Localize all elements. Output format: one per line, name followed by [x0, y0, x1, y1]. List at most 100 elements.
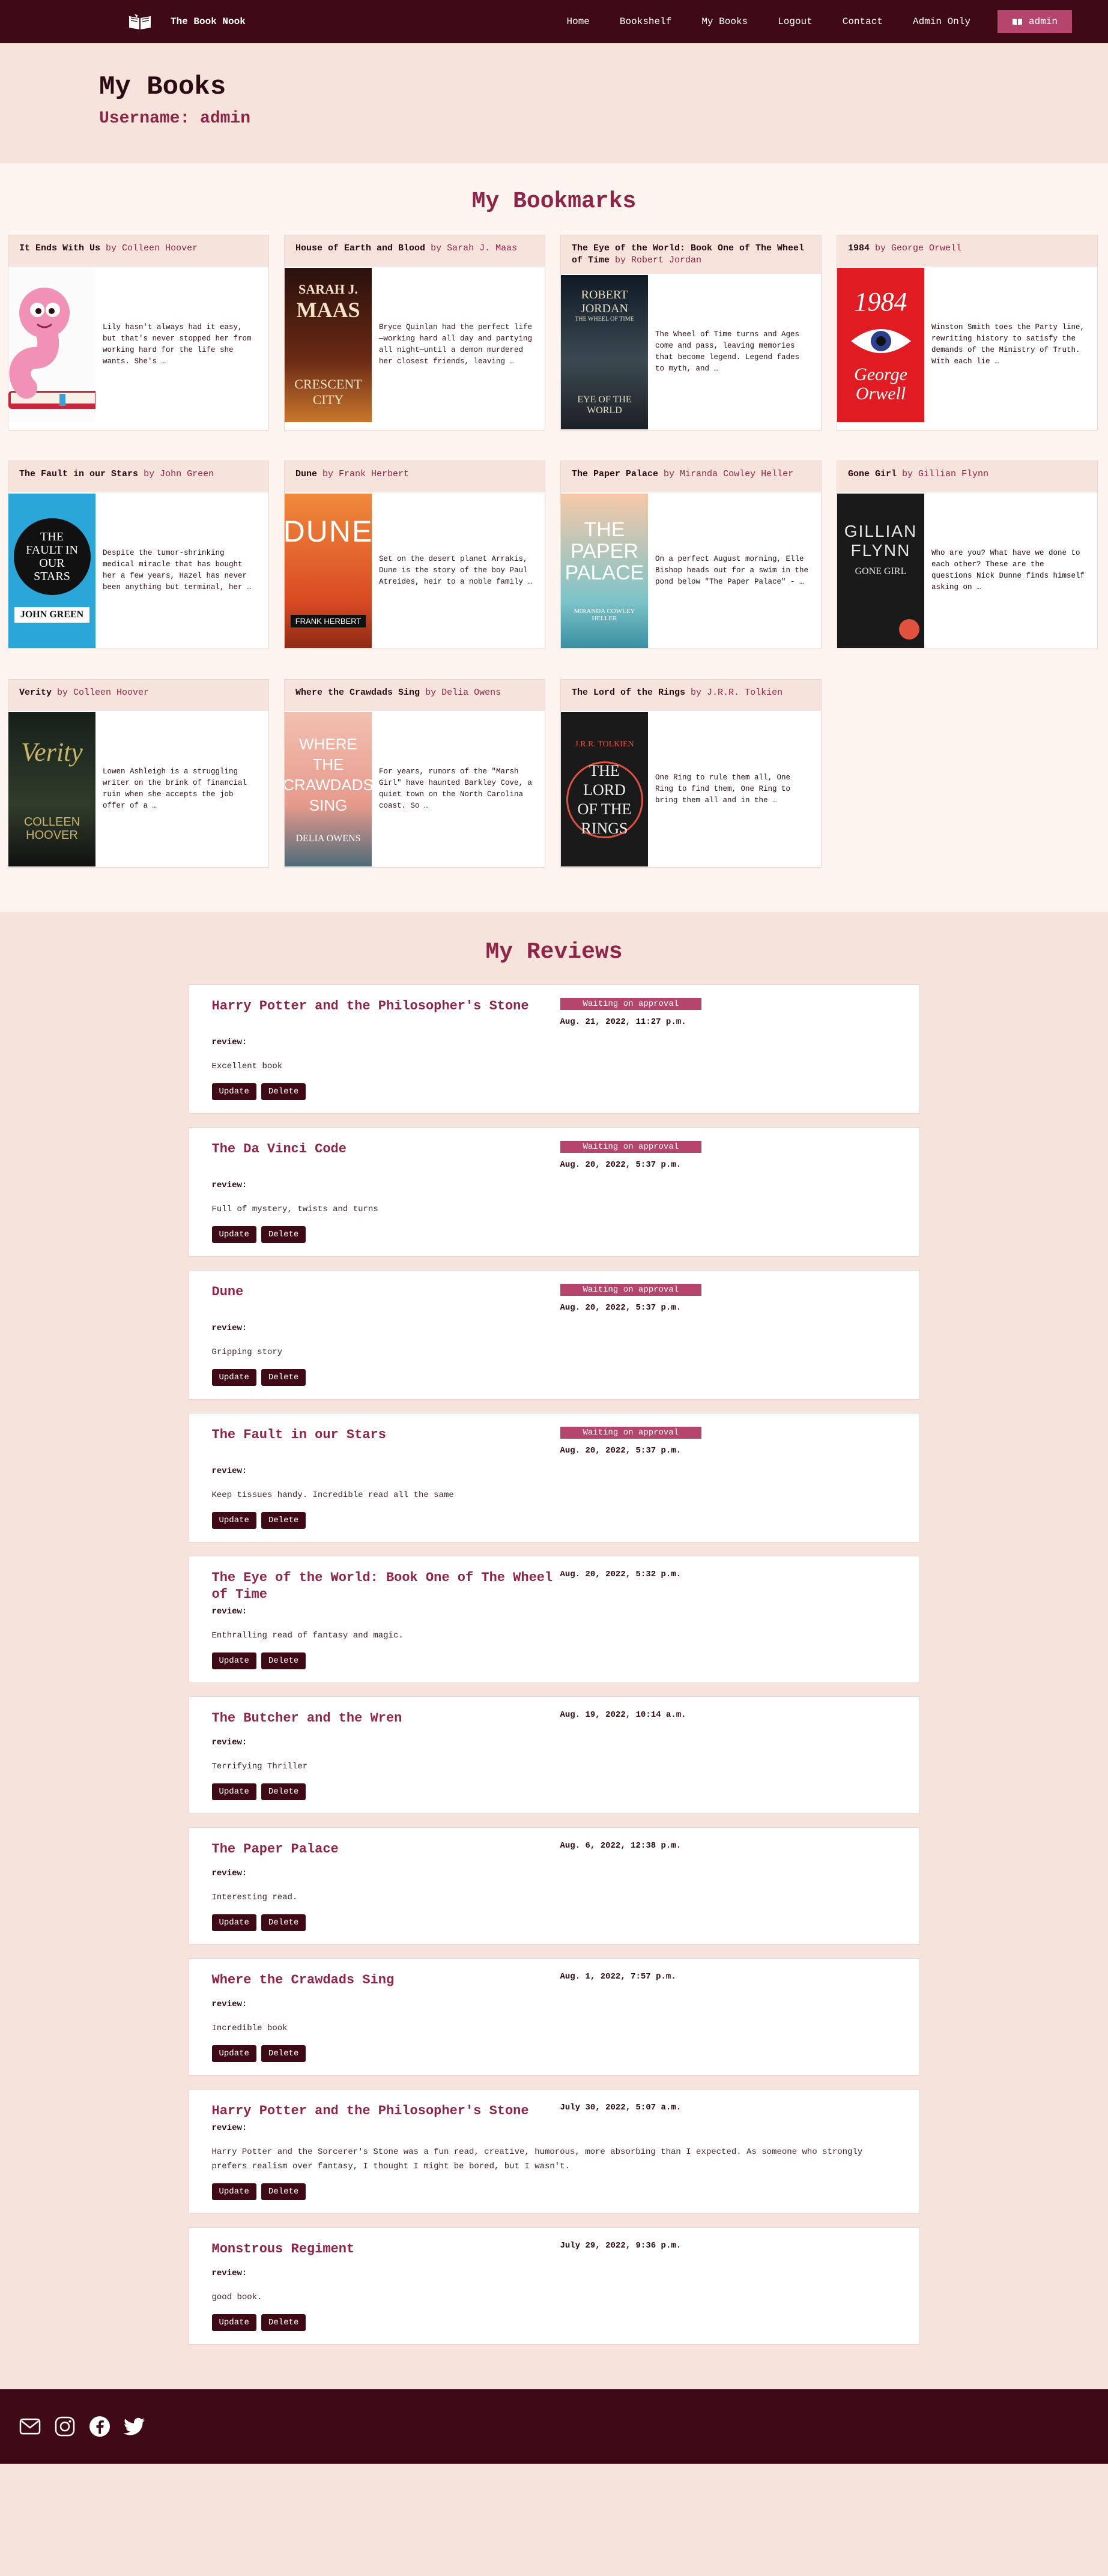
update-button[interactable]: Update — [211, 2183, 256, 2200]
nav-my-books[interactable]: My Books — [686, 16, 763, 27]
delete-button[interactable]: Delete — [261, 2045, 306, 2062]
update-button[interactable]: Update — [211, 2314, 256, 2331]
update-button[interactable]: Update — [211, 1083, 256, 1100]
username-label: Username: admin — [99, 109, 251, 128]
review-date: July 30, 2022, 5:07 a.m. — [560, 2103, 682, 2112]
review-book-title[interactable]: Monstrous Regiment — [212, 2241, 560, 2258]
review-label: review: — [211, 1038, 247, 1047]
review-book-title[interactable]: The Da Vinci Code — [212, 1141, 560, 1170]
book-cover[interactable]: THE FAULT IN OUR STARS JOHN GREEN — [8, 493, 95, 648]
bookmark-card[interactable]: The Lord of the Rings by J.R.R. Tolkien … — [560, 679, 822, 868]
delete-button[interactable]: Delete — [261, 1226, 306, 1243]
delete-button[interactable]: Delete — [261, 1083, 306, 1100]
book-cover[interactable]: SARAH J. MAAS CRESCENT CITY — [285, 267, 372, 422]
review-book-title[interactable]: The Fault in our Stars — [212, 1427, 560, 1456]
review-card: The Da Vinci Code Waiting on approval Au… — [188, 1127, 920, 1257]
nav-home[interactable]: Home — [552, 16, 605, 27]
bookmark-card[interactable]: It Ends With Us by Colleen Hoover Lily h… — [8, 235, 269, 431]
bookmark-card[interactable]: The Paper Palace by Miranda Cowley Helle… — [560, 461, 822, 649]
update-button[interactable]: Update — [211, 1914, 256, 1931]
brand-name: The Book Nook — [171, 16, 246, 27]
book-cover[interactable]: DUNE FRANK HERBERT — [285, 493, 372, 648]
book-cover[interactable]: 1984 George Orwell — [837, 267, 924, 422]
delete-button[interactable]: Delete — [261, 1914, 306, 1931]
page-title: My Books — [99, 72, 226, 102]
instagram-icon[interactable] — [53, 2414, 77, 2438]
review-book-title[interactable]: Harry Potter and the Philosopher's Stone — [212, 998, 560, 1027]
bookmark-card[interactable]: Verity by Colleen Hoover Verity COLLEEN … — [8, 679, 269, 868]
cover-author: FRANK HERBERT — [290, 614, 366, 627]
bookmark-title[interactable]: The Fault in our Stars — [19, 469, 138, 479]
review-card: The Eye of the World: Book One of The Wh… — [188, 1556, 920, 1683]
bookmark-title[interactable]: Dune — [295, 469, 317, 479]
bookmark-description: One Ring to rule them all, One Ring to f… — [655, 773, 791, 805]
mail-icon[interactable] — [18, 2414, 42, 2438]
book-cover[interactable]: GILLIAN FLYNN GONE GIRL — [837, 493, 924, 648]
book-cover[interactable]: THE PAPER PALACE MIRANDA COWLEY HELLER — [561, 493, 648, 648]
delete-button[interactable]: Delete — [261, 1369, 306, 1386]
review-book-title[interactable]: Harry Potter and the Philosopher's Stone — [212, 2103, 560, 2120]
delete-button[interactable]: Delete — [261, 1512, 306, 1529]
delete-button[interactable]: Delete — [261, 1652, 306, 1669]
bookmark-title[interactable]: Where the Crawdads Sing — [295, 688, 420, 698]
update-button[interactable]: Update — [211, 1369, 256, 1386]
nav-admin-only[interactable]: Admin Only — [898, 16, 985, 27]
bookmark-header: The Paper Palace by Miranda Cowley Helle… — [561, 461, 821, 492]
cover-title: CRESCENT CITY — [294, 376, 362, 407]
nav-contact[interactable]: Contact — [828, 16, 898, 27]
review-book-title[interactable]: The Paper Palace — [212, 1841, 560, 1858]
facebook-icon[interactable] — [88, 2414, 112, 2438]
book-cover[interactable]: Verity COLLEEN HOOVER — [8, 712, 95, 866]
update-button[interactable]: Update — [211, 1512, 256, 1529]
review-date: Aug. 20, 2022, 5:32 p.m. — [560, 1570, 682, 1579]
cover-title: THE FAULT IN OUR STARS — [13, 518, 91, 595]
delete-button[interactable]: Delete — [261, 1783, 306, 1800]
review-text: Excellent book — [211, 1062, 283, 1071]
book-cover[interactable]: J.R.R. TOLKIEN THE LORD OF THE RINGS — [561, 712, 648, 866]
bookmark-title[interactable]: 1984 — [848, 243, 870, 253]
review-date: Aug. 21, 2022, 11:27 p.m. — [560, 1017, 686, 1027]
book-cover[interactable]: WHERE THE CRAWDADS SING DELIA OWENS — [285, 712, 372, 866]
nav-bookshelf[interactable]: Bookshelf — [605, 16, 686, 27]
bookmark-title[interactable]: The Paper Palace — [572, 469, 658, 479]
review-date: Aug. 20, 2022, 5:37 p.m. — [560, 1446, 682, 1456]
update-button[interactable]: Update — [211, 1783, 256, 1800]
bookmark-card[interactable]: Gone Girl by Gillian Flynn GILLIAN FLYNN… — [837, 461, 1098, 649]
bookmark-card[interactable]: The Fault in our Stars by John Green THE… — [8, 461, 269, 649]
delete-button[interactable]: Delete — [261, 2183, 306, 2200]
review-card: Where the Crawdads Sing Aug. 1, 2022, 7:… — [188, 1958, 920, 2076]
cover-author: J.R.R. TOLKIEN — [575, 740, 634, 749]
update-button[interactable]: Update — [211, 1226, 256, 1243]
review-label: review: — [211, 1607, 247, 1616]
bookmark-header: The Fault in our Stars by John Green — [8, 461, 268, 492]
brand-link[interactable]: The Book Nook — [127, 13, 246, 31]
review-label: review: — [211, 1323, 247, 1333]
nav-logout[interactable]: Logout — [763, 16, 828, 27]
update-button[interactable]: Update — [211, 1652, 256, 1669]
bookmark-card[interactable]: Dune by Frank Herbert DUNE FRANK HERBERT… — [284, 461, 545, 649]
bookmark-title[interactable]: It Ends With Us — [19, 243, 100, 253]
bookmark-card[interactable]: House of Earth and Blood by Sarah J. Maa… — [284, 235, 545, 431]
twitter-icon[interactable] — [123, 2414, 147, 2438]
bookmark-title[interactable]: The Lord of the Rings — [572, 688, 685, 698]
bookmarks-section: My Bookmarks It Ends With Us by Colleen … — [0, 163, 1108, 912]
update-button[interactable]: Update — [211, 2045, 256, 2062]
bookmark-title[interactable]: Gone Girl — [848, 469, 897, 479]
bookmark-header: It Ends With Us by Colleen Hoover — [8, 235, 268, 267]
book-cover[interactable] — [8, 267, 95, 422]
review-text: Full of mystery, twists and turns — [211, 1205, 378, 1214]
bookmark-card[interactable]: 1984 by George Orwell 1984 George Orwell… — [837, 235, 1098, 431]
book-cover[interactable]: ROBERT JORDAN THE WHEEL OF TIME EYE OF T… — [561, 274, 648, 429]
bookmark-card[interactable]: The Eye of the World: Book One of The Wh… — [560, 235, 822, 431]
delete-button[interactable]: Delete — [261, 2314, 306, 2331]
review-book-title[interactable]: The Butcher and the Wren — [212, 1710, 560, 1727]
review-book-title[interactable]: The Eye of the World: Book One of The Wh… — [212, 1570, 560, 1603]
user-menu-button[interactable]: admin — [997, 10, 1072, 33]
review-book-title[interactable]: Where the Crawdads Sing — [212, 1972, 560, 1989]
bookmark-title[interactable]: Verity — [19, 688, 52, 698]
bookmark-title[interactable]: House of Earth and Blood — [295, 243, 425, 253]
bookmark-author: by John Green — [144, 469, 214, 479]
review-book-title[interactable]: Dune — [212, 1284, 560, 1313]
bookmark-card[interactable]: Where the Crawdads Sing by Delia Owens W… — [284, 679, 545, 868]
bookmark-header: Where the Crawdads Sing by Delia Owens — [285, 680, 545, 711]
